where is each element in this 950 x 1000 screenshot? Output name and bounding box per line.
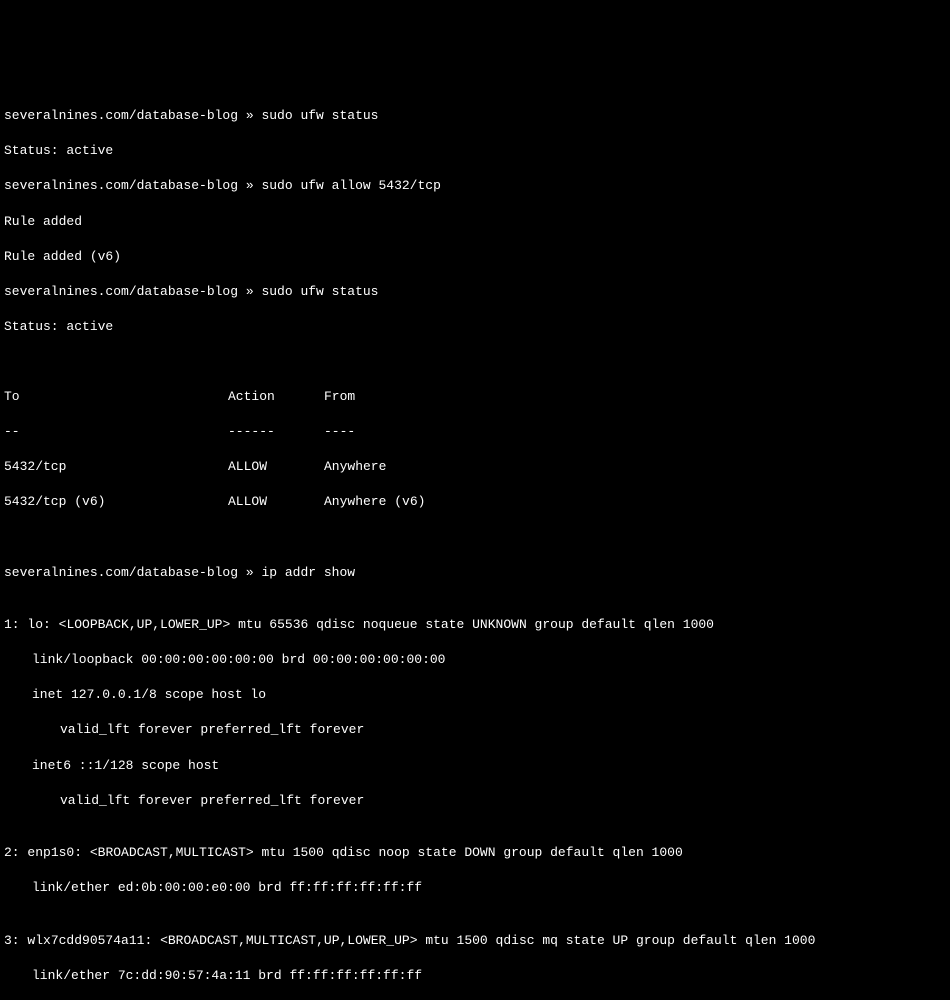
iface-header: 2: enp1s0: <BROADCAST,MULTICAST> mtu 150…	[4, 844, 946, 862]
ufw-table-row: 5432/tcpALLOWAnywhere	[4, 458, 946, 476]
ufw-table-divider: ------------	[4, 423, 946, 441]
ufw-th-action: Action	[228, 388, 324, 406]
iface-flags: <BROADCAST,MULTICAST>	[90, 845, 254, 860]
iface-header: 1: lo: <LOOPBACK,UP,LOWER_UP> mtu 65536 …	[4, 616, 946, 634]
status-line: Status: active	[4, 318, 946, 336]
ufw-div-to: --	[4, 423, 228, 441]
rule-added-v6-line: Rule added (v6)	[4, 248, 946, 266]
ufw-th-from: From	[324, 388, 946, 406]
ufw-table-row: 5432/tcp (v6)ALLOWAnywhere (v6)	[4, 493, 946, 511]
status-line: Status: active	[4, 142, 946, 160]
iface-tail: mtu 1500 qdisc mq state UP group default…	[425, 933, 815, 948]
iface-name: wlx7cdd90574a11:	[27, 933, 152, 948]
prompt-separator: »	[238, 178, 261, 193]
iface-idx: 3:	[4, 933, 20, 948]
iface-inet6-valid: valid_lft forever preferred_lft forever	[4, 792, 946, 810]
prompt-separator: »	[238, 284, 261, 299]
blank-line	[4, 353, 946, 371]
prompt-line: severalnines.com/database-blog » sudo uf…	[4, 107, 946, 125]
iface-flags: <BROADCAST,MULTICAST,UP,LOWER_UP>	[160, 933, 417, 948]
ufw-cell-action: ALLOW	[228, 493, 324, 511]
ufw-div-action: ------	[228, 423, 324, 441]
ufw-cell-action: ALLOW	[228, 458, 324, 476]
prompt-separator: »	[238, 108, 261, 123]
iface-tail: mtu 1500 qdisc noop state DOWN group def…	[261, 845, 682, 860]
ufw-th-to: To	[4, 388, 228, 406]
prompt-separator: »	[238, 565, 261, 580]
ufw-cell-from: Anywhere	[324, 458, 946, 476]
ufw-cell-from: Anywhere (v6)	[324, 493, 946, 511]
terminal-output[interactable]: severalnines.com/database-blog » sudo uf…	[4, 72, 946, 1000]
ufw-table-header: ToActionFrom	[4, 388, 946, 406]
iface-inet: inet 127.0.0.1/8 scope host lo	[4, 686, 946, 704]
prompt-line: severalnines.com/database-blog » ip addr…	[4, 564, 946, 582]
prompt-host: severalnines.com/database-blog	[4, 284, 238, 299]
iface-link: link/ether ed:0b:00:00:e0:00 brd ff:ff:f…	[4, 879, 946, 897]
rule-added-line: Rule added	[4, 213, 946, 231]
iface-link: link/loopback 00:00:00:00:00:00 brd 00:0…	[4, 651, 946, 669]
iface-idx: 1:	[4, 617, 20, 632]
iface-tail: mtu 65536 qdisc noqueue state UNKNOWN gr…	[238, 617, 714, 632]
ufw-div-from: ----	[324, 423, 946, 441]
command-text: sudo ufw status	[261, 284, 378, 299]
iface-name: lo:	[27, 617, 50, 632]
prompt-line: severalnines.com/database-blog » sudo uf…	[4, 283, 946, 301]
ufw-cell-to: 5432/tcp (v6)	[4, 493, 228, 511]
prompt-host: severalnines.com/database-blog	[4, 108, 238, 123]
prompt-host: severalnines.com/database-blog	[4, 565, 238, 580]
iface-inet6: inet6 ::1/128 scope host	[4, 757, 946, 775]
ufw-cell-to: 5432/tcp	[4, 458, 228, 476]
iface-inet-valid: valid_lft forever preferred_lft forever	[4, 721, 946, 739]
prompt-line: severalnines.com/database-blog » sudo uf…	[4, 177, 946, 195]
iface-header: 3: wlx7cdd90574a11: <BROADCAST,MULTICAST…	[4, 932, 946, 950]
prompt-host: severalnines.com/database-blog	[4, 178, 238, 193]
command-text: ip addr show	[261, 565, 355, 580]
iface-idx: 2:	[4, 845, 20, 860]
iface-link: link/ether 7c:dd:90:57:4a:11 brd ff:ff:f…	[4, 967, 946, 985]
command-text: sudo ufw allow 5432/tcp	[261, 178, 440, 193]
iface-flags: <LOOPBACK,UP,LOWER_UP>	[59, 617, 231, 632]
iface-name: enp1s0:	[27, 845, 82, 860]
command-text: sudo ufw status	[261, 108, 378, 123]
blank-line	[4, 528, 946, 546]
